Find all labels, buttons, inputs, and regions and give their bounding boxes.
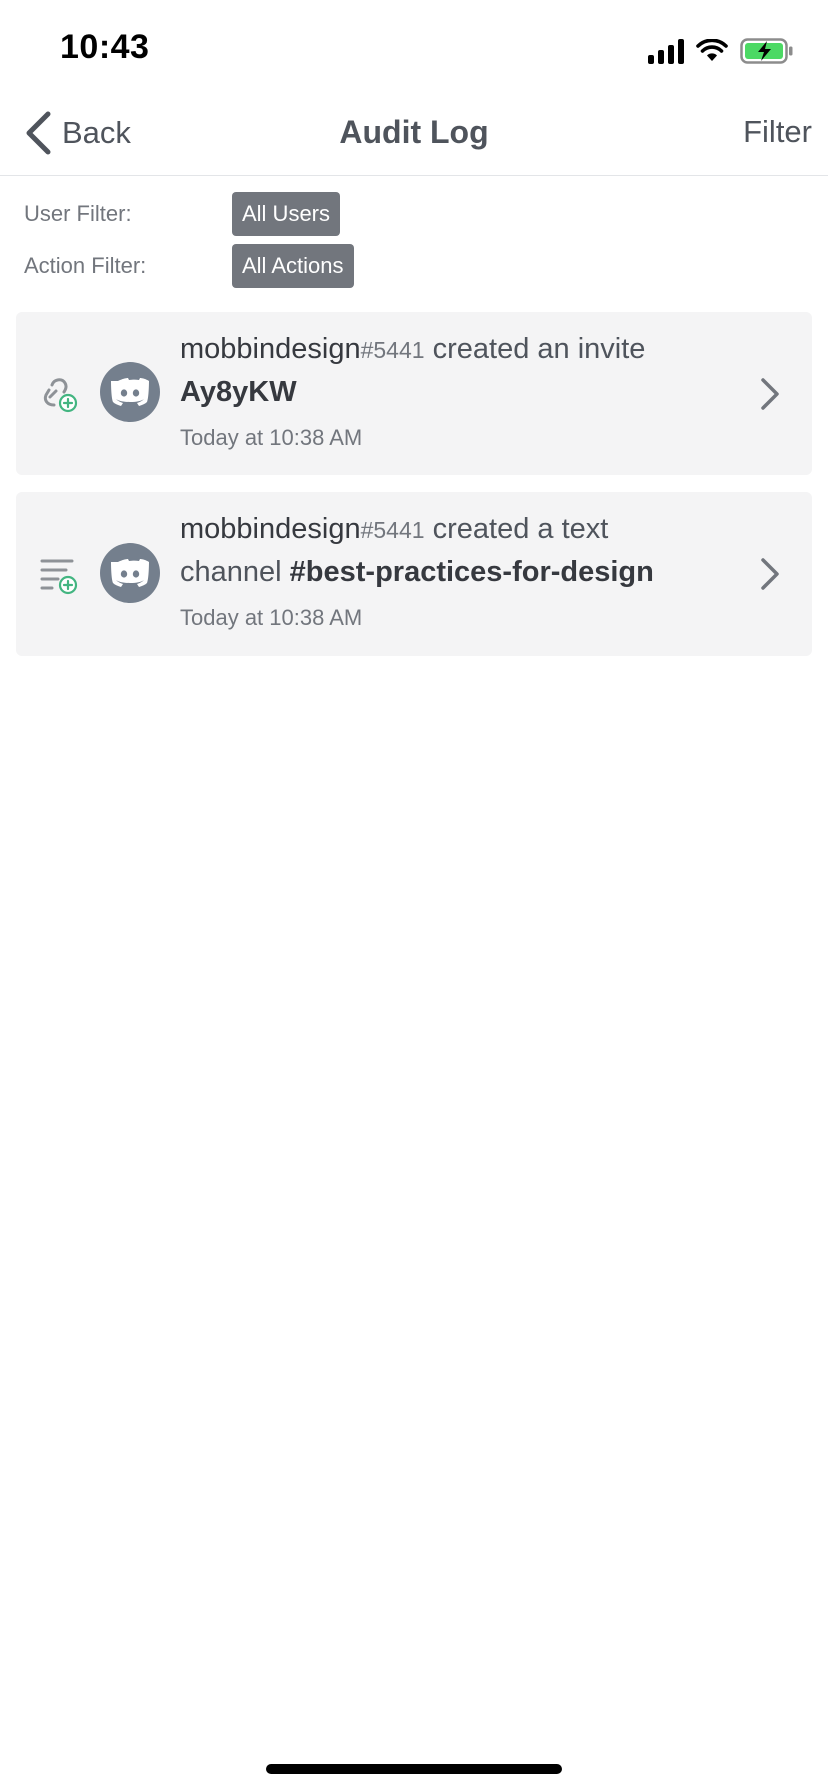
entry-discriminator: #5441	[360, 337, 425, 363]
chevron-right-icon	[761, 558, 779, 590]
entry-line-1: mobbindesign#5441 created an invite	[180, 328, 742, 371]
invite-create-icon	[43, 378, 78, 413]
entry-username: mobbindesign	[180, 513, 361, 545]
action-filter-row: Action Filter: All Actions	[24, 244, 354, 288]
battery-charging-icon	[740, 38, 793, 64]
audit-log-entry[interactable]: mobbindesign#5441 created a text channel…	[16, 492, 812, 656]
user-filter-chip[interactable]: All Users	[232, 192, 341, 236]
entry-discriminator: #5441	[360, 517, 425, 543]
entry-line-1: mobbindesign#5441 created a text	[180, 508, 742, 551]
discord-logo-icon	[111, 559, 149, 587]
channel-create-icon	[40, 559, 78, 595]
entry-timestamp: Today at 10:38 AM	[180, 425, 363, 450]
audit-log-entry[interactable]: mobbindesign#5441 created an invite Ay8y…	[16, 312, 812, 475]
avatar	[100, 543, 160, 603]
nav-bar: Back Audit Log Filter	[0, 100, 828, 176]
home-indicator[interactable]	[266, 1764, 562, 1774]
entry-line2-prefix: channel	[180, 556, 290, 588]
filter-button[interactable]: Filter	[743, 114, 812, 150]
entry-target: Ay8yKW	[180, 376, 297, 408]
entry-line-2: channel #best-practices-for-design	[180, 551, 742, 593]
action-filter-label: Action Filter:	[24, 253, 147, 278]
status-bar: 10:43	[0, 0, 828, 100]
discord-logo-icon	[111, 378, 149, 406]
entry-text: mobbindesign#5441 created a text channel…	[180, 508, 742, 631]
entry-username: mobbindesign	[180, 333, 361, 365]
avatar	[100, 362, 160, 422]
chevron-right-icon	[761, 378, 779, 410]
entry-target: #best-practices-for-design	[289, 556, 654, 588]
status-time: 10:43	[60, 28, 150, 66]
user-filter-label: User Filter:	[24, 201, 132, 226]
status-icons	[648, 36, 794, 66]
entry-timestamp: Today at 10:38 AM	[180, 605, 363, 630]
entry-action-text: created a text	[424, 513, 609, 545]
entry-action-text: created an invite	[424, 333, 646, 365]
wifi-icon	[696, 39, 728, 61]
cellular-signal-icon	[648, 38, 684, 64]
user-filter-row: User Filter: All Users	[24, 192, 341, 236]
page-title: Audit Log	[339, 114, 489, 150]
entry-line-2: Ay8yKW	[180, 371, 742, 413]
entry-text: mobbindesign#5441 created an invite Ay8y…	[180, 328, 742, 451]
action-filter-chip[interactable]: All Actions	[232, 244, 354, 288]
